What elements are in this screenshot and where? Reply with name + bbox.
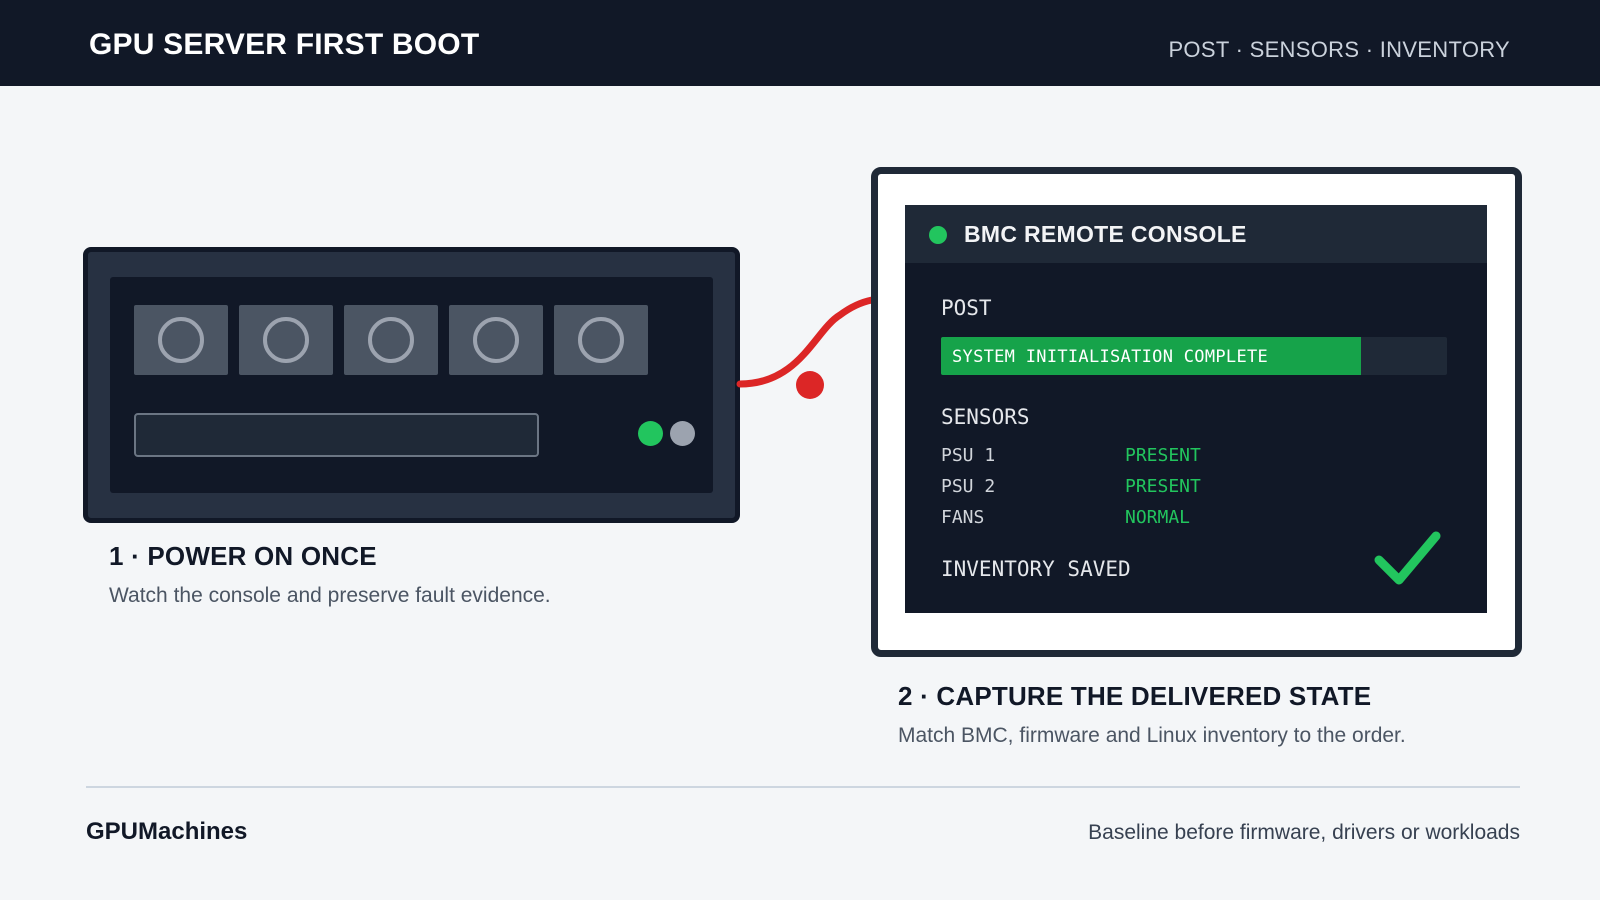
sensor-value: PRESENT [1125,445,1201,466]
header-nav: POST · SENSORS · INVENTORY [1168,37,1510,62]
step-2-title: 2 · CAPTURE THE DELIVERED STATE [898,681,1372,711]
drive-bay-ring [158,317,204,363]
drive-bay-icon [134,305,228,375]
step-1-description: Watch the console and preserve fault evi… [109,584,551,607]
console-header: BMC REMOTE CONSOLE [905,205,1487,263]
sensor-name: FANS [941,507,985,528]
drive-bay-icon [449,305,543,375]
drive-bay-ring [263,317,309,363]
checkmark-icon [1374,531,1441,585]
status-led-green-icon [638,421,663,446]
console-status-dot-icon [929,226,947,244]
page-title: GPU SERVER FIRST BOOT [89,28,480,61]
inventory-label: INVENTORY SAVED [941,557,1131,581]
header-bar: GPU SERVER FIRST BOOT POST · SENSORS · I… [0,0,1600,86]
server-chassis [83,247,740,523]
drive-bay-ring [578,317,624,363]
post-label: POST [941,296,992,320]
front-panel-slot [134,413,539,457]
drive-bay-ring [473,317,519,363]
drive-bay-icon [239,305,333,375]
post-status: SYSTEM INITIALISATION COMPLETE [952,347,1269,367]
sensor-name: PSU 1 [941,445,996,466]
drive-bay-ring [368,317,414,363]
brand-name: GPUMachines [86,818,248,845]
server-front-panel [110,277,713,493]
status-led-grey-icon [670,421,695,446]
cable-plug [796,371,824,399]
step-1-title: 1 · POWER ON ONCE [109,541,377,571]
sensor-value: NORMAL [1125,507,1191,528]
drive-bay-icon [344,305,438,375]
step-2-description: Match BMC, firmware and Linux inventory … [898,724,1406,747]
footer-tagline: Baseline before firmware, drivers or wor… [1088,821,1520,844]
post-progress-bar: SYSTEM INITIALISATION COMPLETE [941,337,1447,375]
sensor-name: PSU 2 [941,476,996,497]
sensors-label: SENSORS [941,405,1030,429]
footer-divider [86,786,1520,788]
sensor-value: PRESENT [1125,476,1201,497]
console-title: BMC REMOTE CONSOLE [964,221,1247,247]
cable-path [736,296,876,388]
drive-bay-icon [554,305,648,375]
